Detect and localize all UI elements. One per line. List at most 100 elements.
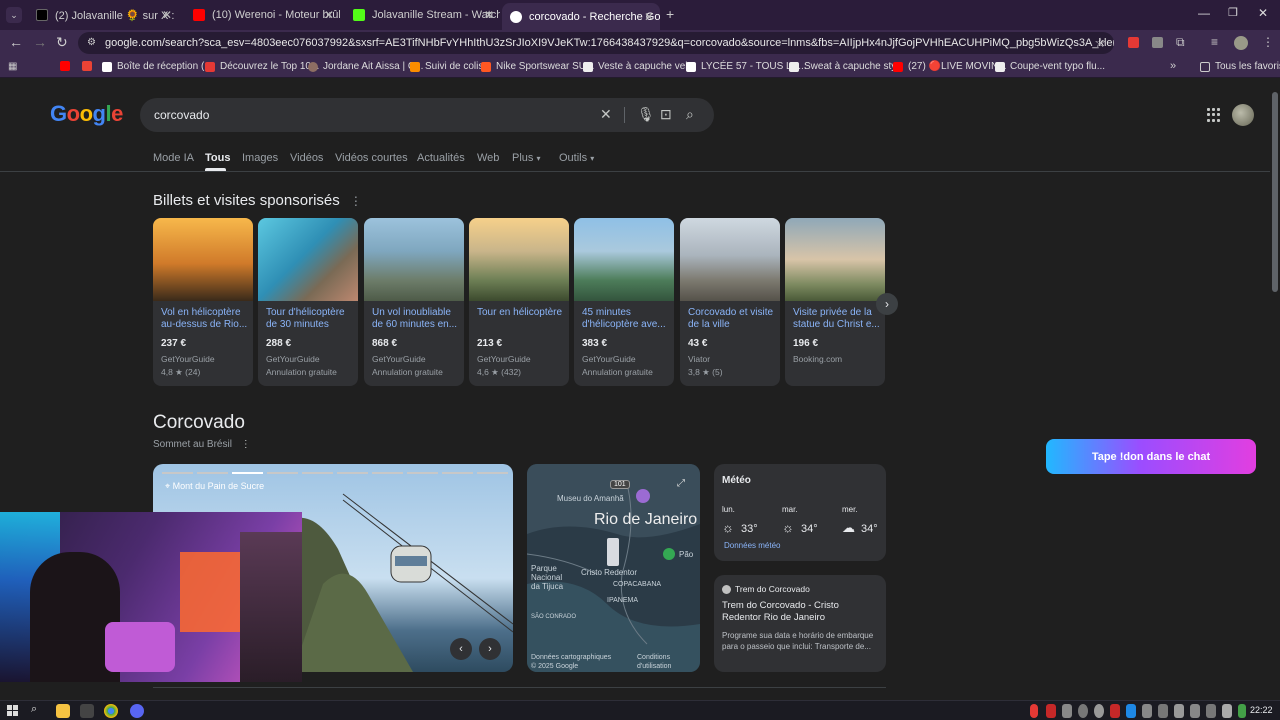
tab-search-button[interactable]: ⌄ [6, 7, 22, 23]
tab-plus[interactable]: Plus ▾ [512, 152, 540, 164]
tab-videos[interactable]: Vidéos [290, 152, 323, 164]
scrollbar-thumb[interactable] [1272, 92, 1278, 292]
close-icon[interactable]: ✕ [644, 10, 654, 24]
google-apps-icon[interactable] [1207, 108, 1221, 122]
tray-icon[interactable] [1110, 704, 1120, 718]
microphone-icon[interactable]: 🎙︎ [637, 106, 655, 123]
tab-outils[interactable]: Outils ▾ [559, 152, 594, 164]
menu-icon[interactable]: ⋮ [1262, 35, 1274, 49]
account-avatar[interactable] [1232, 104, 1254, 126]
tray-icon[interactable] [1062, 704, 1072, 718]
reload-button[interactable]: ↻ [56, 34, 68, 51]
restore-button[interactable]: ❐ [1228, 6, 1238, 19]
bookmark-item[interactable]: Découvrez le Top 10... [205, 61, 319, 72]
search-input[interactable]: corcovado ✕ 🎙︎ ⊡ ⌕ [140, 98, 714, 132]
extension-icon[interactable] [1128, 37, 1139, 48]
app-icon[interactable] [80, 704, 94, 718]
tab-tous[interactable]: Tous [205, 152, 230, 164]
map-terms[interactable]: Conditions d'utilisation [637, 653, 697, 671]
sponsored-card[interactable]: Vol en hélicoptère au-dessus de Rio... 2… [153, 218, 253, 386]
more-bookmarks-icon[interactable]: » [1170, 60, 1176, 72]
trem-result-card[interactable]: Trem do Corcovado Trem do Corcovado - Cr… [714, 575, 886, 672]
tray-icon[interactable] [1158, 704, 1168, 718]
all-bookmarks[interactable]: Tous les favoris [1200, 61, 1280, 72]
tray-icon[interactable] [1190, 704, 1200, 718]
tab-images[interactable]: Images [242, 152, 278, 164]
bookmark-item[interactable]: Boîte de réception (... [102, 61, 213, 72]
bookmark-item[interactable] [82, 61, 97, 71]
battery-icon[interactable] [1238, 704, 1246, 718]
taskbar-clock[interactable]: 22:22 [1250, 705, 1273, 715]
weather-day: mer. [842, 505, 858, 514]
sponsored-card[interactable]: Un vol inoubliable de 60 minutes en... 8… [364, 218, 464, 386]
search-icon[interactable]: ⌕ [31, 703, 37, 716]
close-icon[interactable]: ✕ [162, 8, 172, 22]
network-icon[interactable] [1222, 704, 1232, 718]
discord-icon[interactable] [130, 704, 144, 718]
tab-youtube[interactable]: (10) Werenoi - Moteur brûl ✕ [185, 4, 340, 26]
minimize-button[interactable]: — [1198, 6, 1210, 20]
close-icon[interactable]: ✕ [324, 8, 334, 22]
more-options-icon[interactable]: ⋮ [241, 439, 251, 450]
tray-icon[interactable] [1030, 704, 1038, 718]
bookmark-item[interactable]: Sweat à capuche sty... [789, 61, 904, 72]
chevron-right-icon[interactable]: › [876, 293, 898, 315]
weather-card[interactable]: Météo lun. mar. mer. ☼ 33° ☼ 34° ☁ 34° D… [714, 464, 886, 561]
extension-icon[interactable]: ⧉ [1176, 35, 1185, 50]
close-icon[interactable]: ✕ [484, 8, 494, 22]
page-scrollbar[interactable] [1270, 78, 1280, 688]
mail-icon [102, 61, 112, 72]
bookmark-item[interactable]: Nike Sportswear SU... [481, 61, 594, 72]
more-options-icon[interactable]: ⋮ [350, 194, 362, 208]
tab-kick[interactable]: Jolavanille Stream - Watch Live ✕ [345, 4, 500, 26]
window-close-button[interactable]: ✕ [1258, 6, 1268, 20]
sponsored-card[interactable]: 45 minutes d'hélicoptère ave... 383 € Ge… [574, 218, 674, 386]
chevron-right-icon[interactable]: › [479, 638, 501, 660]
tray-icon[interactable] [1078, 704, 1088, 718]
bookmark-item[interactable]: Suivi de colis [410, 61, 483, 72]
tab-mode-ia[interactable]: Mode IA [153, 152, 194, 164]
apps-icon[interactable]: ▦ [8, 61, 17, 72]
search-icon[interactable]: ⌕ [686, 106, 694, 123]
clear-icon[interactable]: ✕ [600, 106, 612, 123]
tray-icon[interactable] [1094, 704, 1104, 718]
bookmark-item[interactable]: Coupe-vent typo flu... [995, 61, 1105, 72]
back-button[interactable]: ← [9, 34, 23, 50]
sponsored-card[interactable]: Visite privée de la statue du Christ e..… [785, 218, 885, 386]
new-tab-button[interactable]: + [666, 6, 674, 22]
tray-icon[interactable] [1142, 704, 1152, 718]
expand-icon[interactable]: ⤢ [677, 478, 685, 489]
tab-web[interactable]: Web [477, 152, 499, 164]
media-controls-icon[interactable]: ≡ [1211, 35, 1218, 49]
bookmark-star-icon[interactable]: ☆ [1094, 35, 1106, 51]
bookmark-item[interactable]: (27) 🔴LIVE MOVIN... [893, 61, 1007, 72]
sponsored-card[interactable]: Tour en hélicoptère 213 € GetYourGuide 4… [469, 218, 569, 386]
site-info-icon[interactable]: ⚙ [87, 37, 96, 48]
tray-icon[interactable] [1174, 704, 1184, 718]
chrome-icon[interactable] [104, 704, 118, 718]
google-logo[interactable]: Google [50, 101, 123, 127]
result-title[interactable]: Trem do Corcovado - Cristo Redentor Rio … [722, 600, 848, 624]
bookmark-item[interactable]: Jordane Ait Aissa | C... [308, 61, 423, 72]
chevron-left-icon[interactable]: ‹ [450, 638, 472, 660]
forward-button[interactable]: → [33, 34, 47, 50]
sponsored-card[interactable]: Tour d'hélicoptère de 30 minutes 288 € G… [258, 218, 358, 386]
bluetooth-icon[interactable] [1126, 704, 1136, 718]
bookmark-item[interactable] [60, 61, 75, 71]
tab-x[interactable]: (2) Jolavanille 🌻 sur X : "La mi ✕ [28, 4, 178, 26]
address-bar[interactable]: ⚙ google.com/search?sca_esv=4803eec07603… [78, 32, 1114, 54]
windows-start-icon[interactable] [7, 705, 18, 716]
tab-google[interactable]: corcovado - Recherche Google ✕ [502, 3, 660, 30]
map-preview[interactable]: Museu do Amanhã 101 Rio de Janeiro Crist… [527, 464, 700, 672]
tray-icon[interactable] [1206, 704, 1216, 718]
weather-data-link[interactable]: Données météo [724, 541, 780, 550]
file-explorer-icon[interactable] [56, 704, 70, 718]
bookmark-item[interactable]: Veste à capuche vel... [583, 61, 696, 72]
tab-actualites[interactable]: Actualités [417, 152, 465, 164]
lens-icon[interactable]: ⊡ [660, 106, 672, 123]
tray-icon[interactable] [1046, 704, 1056, 718]
extension-icon[interactable] [1152, 37, 1163, 48]
profile-avatar[interactable] [1234, 36, 1248, 50]
tab-videos-courtes[interactable]: Vidéos courtes [335, 152, 408, 164]
sponsored-card[interactable]: Corcovado et visite de la ville 43 € Via… [680, 218, 780, 386]
